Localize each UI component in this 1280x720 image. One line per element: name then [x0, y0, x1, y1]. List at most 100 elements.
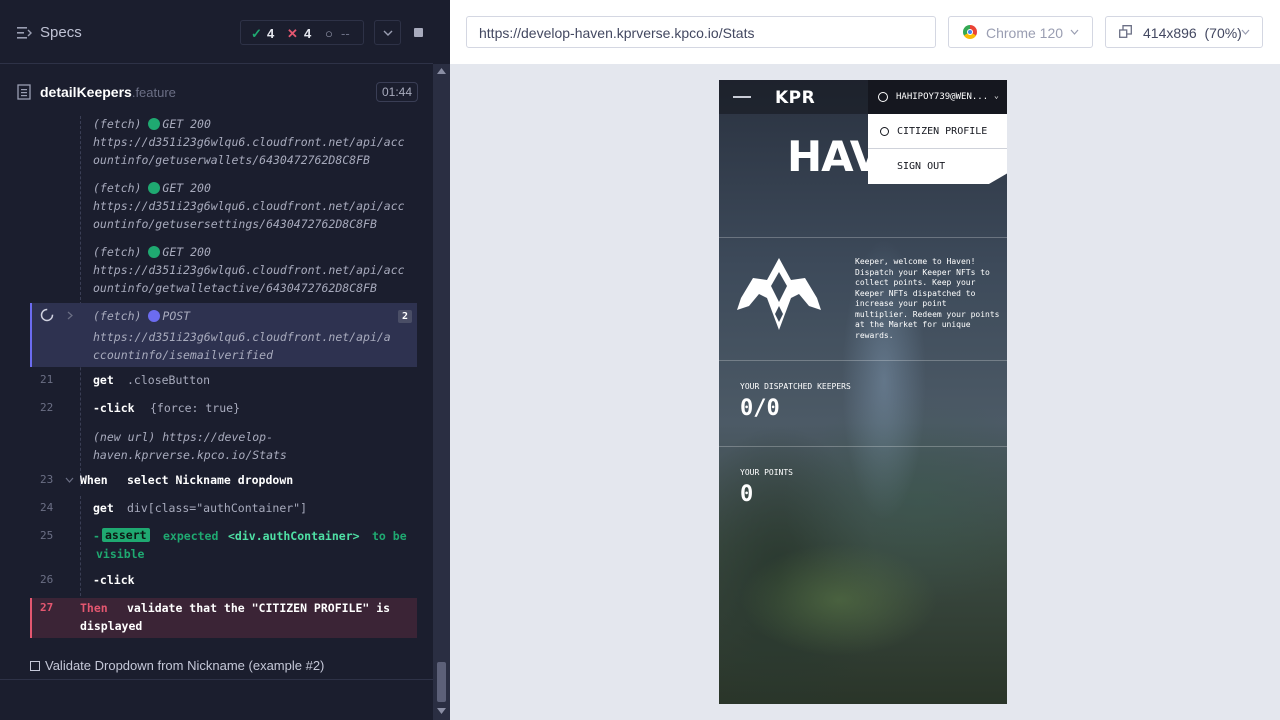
assert-word: to be — [372, 529, 407, 543]
fetch-label: (fetch) — [93, 117, 142, 131]
step-row[interactable]: 23 When select Nickname dropdown — [30, 472, 417, 494]
chevron-down-icon[interactable] — [65, 477, 74, 483]
checkbox-icon — [30, 661, 40, 671]
profile-icon — [880, 127, 889, 136]
status-dot-icon — [148, 118, 161, 130]
points-label: YOUR POINTS — [740, 468, 793, 477]
test-runner-panel: Specs ✓ 4 ✕ 4 ○ -- detailKeepers.feature… — [0, 0, 450, 720]
assert-word: visible — [96, 547, 145, 561]
nickname-dropdown[interactable]: HAHIPOY739@WEN... ⌄ — [868, 80, 1007, 114]
fetch-url-line: https://d351i23g6wlqu6.cloudfront.net/ap… — [93, 199, 405, 213]
scroll-up-icon[interactable] — [437, 68, 446, 74]
line-number: 21 — [40, 373, 54, 386]
fetch-label: (fetch) — [93, 245, 142, 259]
loading-spinner-icon — [40, 308, 54, 322]
fetch-url-line: ountinfo/getusersettings/6430472762D8C8F… — [93, 217, 377, 231]
command-name: get — [93, 501, 114, 515]
hero-title: HAV — [787, 132, 882, 181]
app-preview: HAV KPR HAHIPOY739@WEN... ⌄ CITIZEN PROF… — [719, 80, 1007, 704]
line-number: 26 — [40, 573, 54, 586]
assert-word: expected — [163, 529, 219, 543]
new-url-label: (new url) — [93, 430, 156, 444]
example-test-row[interactable]: Validate Dropdown from Nickname (example… — [30, 658, 324, 673]
fetch-method: GET 200 — [162, 245, 211, 259]
new-url-entry[interactable]: (new url) https://develop- haven.kprvers… — [93, 428, 413, 464]
command-arg: div[class="authContainer"] — [127, 501, 308, 515]
line-number: 22 — [40, 401, 54, 414]
divider — [0, 679, 433, 680]
chevron-right-icon[interactable] — [67, 311, 73, 320]
log-entry-fetch-running[interactable]: (fetch) POST 2 https://d351i23g6wlqu6.cl… — [30, 303, 417, 367]
viewport-size: 414x896 — [1143, 25, 1197, 41]
fetch-label: (fetch) — [93, 181, 142, 195]
line-number: 23 — [40, 473, 54, 486]
section-divider — [719, 360, 1007, 361]
log-entry-fetch[interactable]: (fetch) GET 200 https://d351i23g6wlqu6.c… — [93, 117, 413, 169]
chevron-down-icon: ⌄ — [994, 91, 999, 100]
scroll-thumb[interactable] — [437, 662, 446, 702]
viewport-icon — [1119, 25, 1132, 38]
menu-item-citizen-profile[interactable]: CITIZEN PROFILE — [868, 114, 1007, 149]
scrollbar[interactable] — [433, 64, 450, 720]
chevron-down-icon — [1241, 29, 1250, 35]
fetch-url-line: https://d351i23g6wlqu6.cloudfront.net/ap… — [93, 135, 405, 149]
assert-selector: <div.authContainer> — [228, 529, 360, 543]
log-entry-fetch[interactable]: (fetch) GET 200 https://d351i23g6wlqu6.c… — [93, 181, 413, 233]
chrome-icon — [963, 25, 977, 39]
scroll-down-icon[interactable] — [437, 708, 446, 714]
command-row[interactable]: 24 get div[class="authContainer"] — [30, 500, 417, 522]
menu-item-sign-out[interactable]: SIGN OUT — [868, 149, 1007, 184]
dispatched-keepers-label: YOUR DISPATCHED KEEPERS — [740, 382, 851, 391]
assert-dash: - — [93, 529, 100, 543]
line-number: 27 — [40, 601, 54, 614]
nickname-dropdown-menu: CITIZEN PROFILE SIGN OUT — [868, 114, 1007, 184]
command-name: -click — [93, 573, 135, 587]
step-text: select Nickname dropdown — [127, 473, 294, 487]
command-name: -click — [93, 401, 135, 415]
hamburger-menu-icon[interactable] — [733, 96, 751, 98]
points-value: 0 — [740, 482, 754, 507]
fetch-label: (fetch) — [93, 309, 142, 323]
step-text: displayed — [80, 619, 143, 633]
log-entry-fetch[interactable]: (fetch) GET 200 https://d351i23g6wlqu6.c… — [93, 245, 413, 297]
step-keyword: Then — [80, 601, 108, 615]
menu-item-label: CITIZEN PROFILE — [897, 126, 988, 137]
fetch-url-line: https://d351i23g6wlqu6.cloudfront.net/ap… — [93, 263, 405, 277]
command-row[interactable]: 26 -click — [30, 572, 417, 594]
step-keyword: When — [80, 473, 108, 487]
dispatched-keepers-value: 0/0 — [740, 396, 780, 421]
status-dot-icon — [148, 182, 161, 194]
command-row[interactable]: 21 get .closeButton — [30, 372, 417, 394]
browser-name: Chrome 120 — [986, 25, 1064, 41]
failed-step-row[interactable]: 27 Then validate that the "CITIZEN PROFI… — [30, 598, 417, 638]
url-bar[interactable]: https://develop-haven.kprverse.kpco.io/S… — [466, 16, 936, 48]
status-dot-icon — [148, 310, 161, 322]
user-nickname: HAHIPOY739@WEN... — [896, 92, 989, 102]
line-number: 25 — [40, 529, 54, 542]
fetch-method: GET 200 — [162, 181, 211, 195]
status-dot-icon — [148, 246, 161, 258]
command-arg: .closeButton — [127, 373, 211, 387]
user-icon — [878, 92, 888, 102]
new-url-line: https://develop- — [162, 430, 274, 444]
request-count-badge: 2 — [397, 310, 412, 323]
fetch-url-line: https://d351i23g6wlqu6.cloudfront.net/ap… — [93, 330, 391, 344]
line-number: 24 — [40, 501, 54, 514]
zoom-level: (70%) — [1204, 25, 1242, 41]
section-divider — [719, 446, 1007, 447]
command-row[interactable]: 22 -click {force: true} — [30, 400, 417, 422]
kpr-logo[interactable]: KPR — [775, 88, 815, 108]
fetch-url-line: ccountinfo/isemailverified — [93, 348, 274, 362]
fetch-url-line: ountinfo/getuserwallets/6430472762D8C8FB — [93, 153, 370, 167]
fetch-method: POST — [162, 309, 191, 323]
welcome-text: Keeper, welcome to Haven! Dispatch your … — [855, 257, 1000, 340]
menu-item-label: SIGN OUT — [897, 161, 946, 172]
fetch-url-line: ountinfo/getwalletactive/6430472762D8C8F… — [93, 281, 377, 295]
command-log: (fetch) GET 200 https://d351i23g6wlqu6.c… — [0, 0, 433, 720]
keeper-emblem-icon — [737, 258, 821, 330]
step-text: validate that the "CITIZEN PROFILE" is — [127, 601, 391, 615]
assert-badge: assert — [102, 528, 150, 542]
example-title: Validate Dropdown from Nickname (example… — [45, 658, 325, 673]
assert-row[interactable]: 25 - assert expected <div.authContainer>… — [30, 528, 417, 564]
new-url-line: haven.kprverse.kpco.io/Stats — [93, 448, 287, 462]
